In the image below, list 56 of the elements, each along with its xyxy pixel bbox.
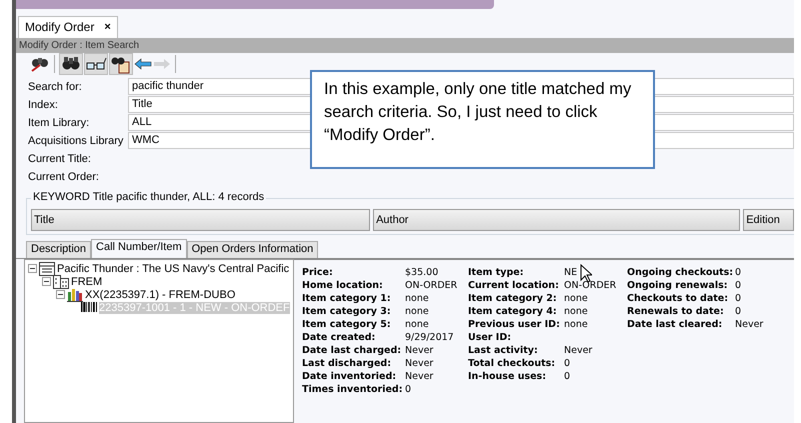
- detail-value: Never: [735, 319, 764, 332]
- detail-value: Never: [405, 358, 434, 371]
- detail-value: $35.00: [405, 267, 438, 280]
- detail-label: Checkouts to date:: [627, 293, 730, 306]
- field-label: Item Library:: [28, 116, 90, 128]
- detail-value: none: [564, 306, 588, 319]
- detail-value: 0: [735, 280, 742, 293]
- detail-value: none: [405, 319, 429, 332]
- detail-value: none: [564, 293, 588, 306]
- tab-label: Modify Order: [25, 20, 94, 34]
- field-label: Current Order:: [28, 170, 100, 182]
- detail-label: Home location:: [302, 280, 384, 293]
- detail-value: none: [405, 306, 429, 319]
- detail-label: Ongoing checkouts:: [627, 267, 734, 280]
- detail-value: 0: [735, 267, 742, 280]
- detail-label: Item category 1:: [302, 293, 392, 306]
- detail-label: Item category 2:: [468, 293, 558, 306]
- detail-label: Item category 5:: [302, 319, 392, 332]
- detail-label: Current location:: [468, 280, 560, 293]
- detail-label: Item category 3:: [302, 306, 392, 319]
- field-label: Acquisitions Library: [28, 134, 124, 146]
- detail-label: Date last cleared:: [627, 319, 724, 332]
- detail-value: none: [564, 319, 588, 332]
- panel-title: Modify Order : Item Search: [16, 38, 794, 53]
- results-legend: KEYWORD Title pacific thunder, ALL: 4 records: [31, 191, 266, 203]
- field-label: Index:: [28, 98, 59, 110]
- field-label: Search for:: [28, 80, 83, 92]
- detail-label: Date inventoried:: [302, 371, 398, 384]
- detail-value: 0: [405, 384, 412, 397]
- detail-label: Last discharged:: [302, 358, 392, 371]
- detail-value: 9/29/2017: [405, 332, 454, 345]
- detail-value: Never: [405, 371, 434, 384]
- detail-label: Date last charged:: [302, 345, 402, 358]
- detail-value: 0: [735, 293, 742, 306]
- detail-label: Item type:: [468, 267, 525, 280]
- detail-value: ON-ORDER: [405, 280, 458, 293]
- detail-label: Times inventoried:: [302, 384, 404, 397]
- detail-value: NE: [564, 267, 578, 280]
- detail-label: Last activity:: [468, 345, 539, 358]
- detail-label: User ID:: [468, 332, 512, 345]
- detail-label: Renewals to date:: [627, 306, 725, 319]
- detail-value: none: [405, 293, 429, 306]
- detail-label: Previous user ID:: [468, 319, 561, 332]
- detail-label: Date created:: [302, 332, 376, 345]
- field-label: Current Title:: [28, 152, 92, 164]
- detail-label: In-house uses:: [468, 371, 548, 384]
- detail-value: Never: [564, 345, 592, 358]
- detail-label: Price:: [302, 267, 334, 280]
- detail-label: Ongoing renewals:: [627, 280, 729, 293]
- detail-value: Never: [405, 345, 434, 358]
- detail-value: ON-ORDER: [564, 280, 616, 293]
- detail-label: Total checkouts:: [468, 358, 556, 371]
- detail-label: Item category 4:: [468, 306, 558, 319]
- detail-value: 0: [564, 358, 570, 371]
- detail-value: 0: [564, 371, 570, 384]
- detail-value: 0: [735, 306, 742, 319]
